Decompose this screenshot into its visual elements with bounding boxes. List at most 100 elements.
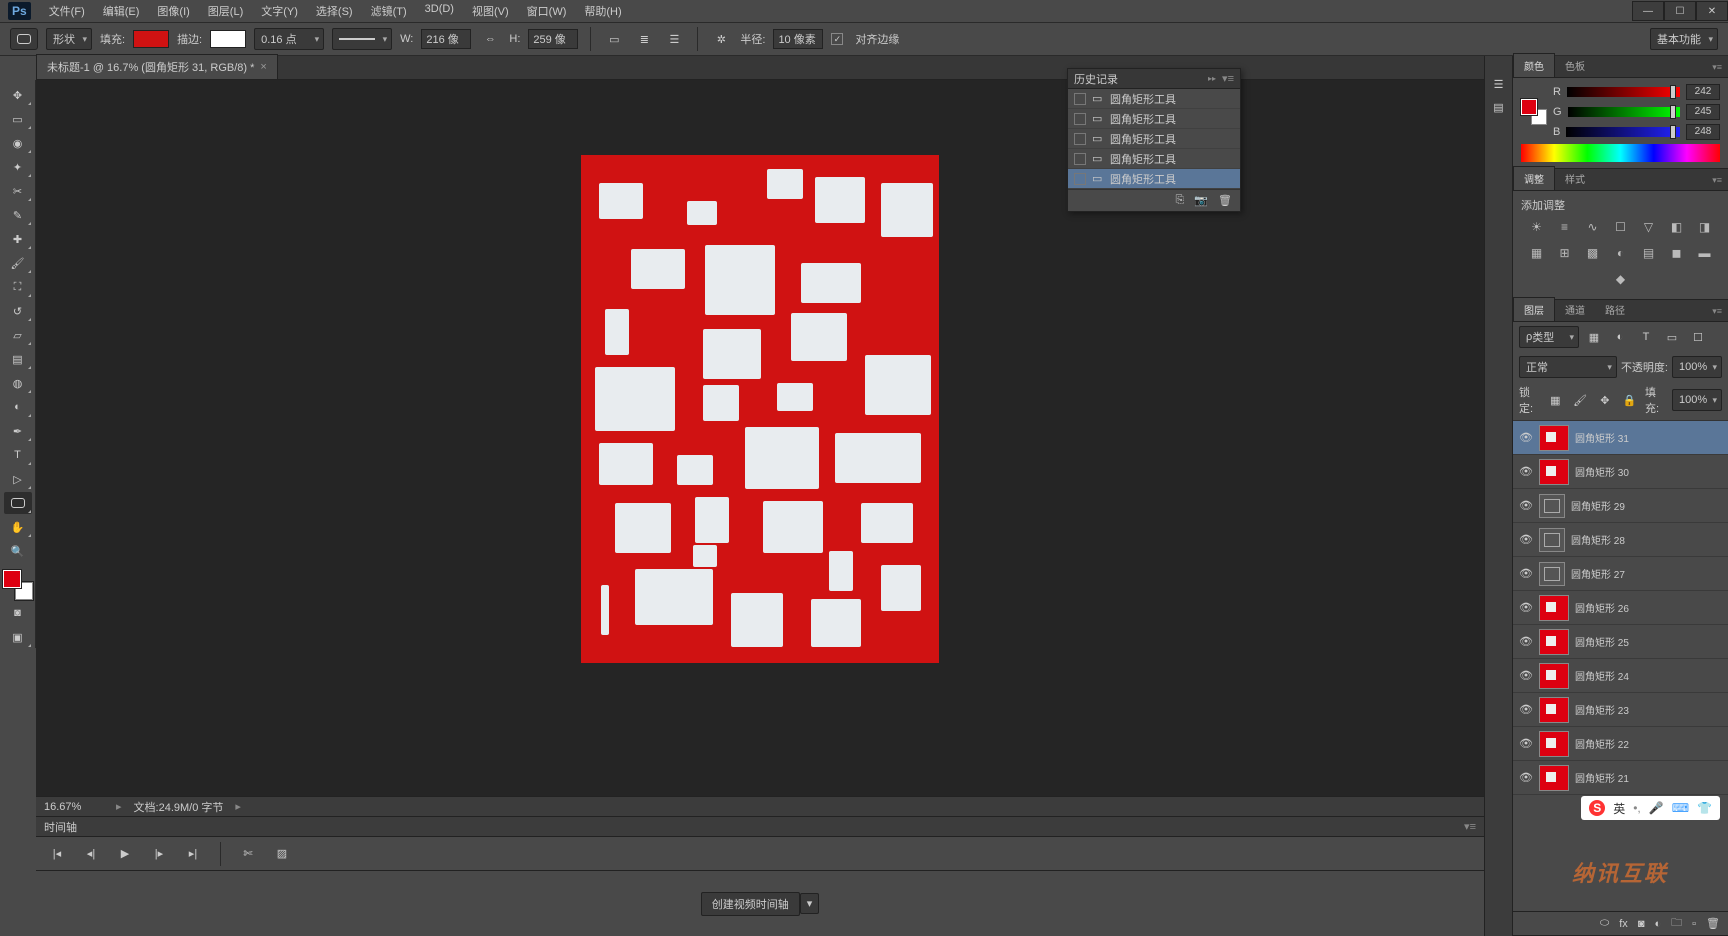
stroke-style-dropdown[interactable] — [332, 28, 392, 50]
lock-position-icon[interactable]: ✥ — [1596, 389, 1615, 411]
layer-row[interactable]: 👁圆角矩形 27 — [1513, 557, 1728, 591]
channel-mixer-icon[interactable]: ⊞ — [1556, 245, 1574, 261]
filter-smart-icon[interactable]: ☐ — [1687, 326, 1709, 348]
tab-swatches[interactable]: 色板 — [1555, 54, 1595, 77]
path-select-tool[interactable]: ▷ — [4, 468, 32, 490]
color-swatches[interactable] — [3, 570, 33, 600]
r-value[interactable]: 242 — [1686, 84, 1720, 100]
height-field[interactable]: 259 像 — [528, 29, 578, 49]
workspace-switcher[interactable]: 基本功能 — [1650, 28, 1718, 50]
ime-lang[interactable]: 英 — [1613, 800, 1625, 817]
prev-frame-icon[interactable]: ◂| — [80, 843, 102, 865]
visibility-icon[interactable]: 👁 — [1519, 703, 1533, 716]
lock-pixels-icon[interactable]: 🖌 — [1571, 389, 1590, 411]
layer-row[interactable]: 👁圆角矩形 29 — [1513, 489, 1728, 523]
ime-keyboard-icon[interactable]: ⌨ — [1672, 801, 1689, 815]
stroke-width-field[interactable]: 0.16 点 — [254, 28, 324, 50]
menu-layer[interactable]: 图层(L) — [200, 0, 251, 23]
zoom-tool[interactable]: 🔍 — [4, 540, 32, 562]
history-item[interactable]: ▭圆角矩形工具 — [1068, 169, 1240, 189]
new-fill-layer-icon[interactable]: ◐ — [1654, 918, 1661, 930]
blend-mode-dropdown[interactable]: 正常 — [1519, 356, 1617, 378]
tab-styles[interactable]: 样式 — [1555, 167, 1595, 190]
menu-view[interactable]: 视图(V) — [464, 0, 517, 23]
menu-window[interactable]: 窗口(W) — [519, 0, 575, 23]
menu-help[interactable]: 帮助(H) — [576, 0, 629, 23]
align-edges-checkbox[interactable]: ✓ — [831, 33, 843, 45]
menu-filter[interactable]: 滤镜(T) — [363, 0, 415, 23]
tab-layers[interactable]: 图层 — [1513, 297, 1555, 321]
selective-color-icon[interactable]: ◆ — [1612, 271, 1630, 287]
scissors-icon[interactable]: ✄ — [237, 843, 259, 865]
visibility-icon[interactable]: 👁 — [1519, 601, 1533, 614]
properties-strip-icon[interactable]: ▤ — [1493, 101, 1503, 114]
tab-channels[interactable]: 通道 — [1555, 298, 1595, 321]
link-layers-icon[interactable]: ⬭ — [1600, 917, 1609, 930]
layer-row[interactable]: 👁圆角矩形 30 — [1513, 455, 1728, 489]
b-slider[interactable] — [1566, 127, 1680, 137]
layer-row[interactable]: 👁圆角矩形 22 — [1513, 727, 1728, 761]
menu-3d[interactable]: 3D(D) — [417, 0, 462, 23]
visibility-icon[interactable]: 👁 — [1519, 431, 1533, 444]
visibility-icon[interactable]: 👁 — [1519, 669, 1533, 682]
lasso-tool[interactable]: ◉ — [4, 132, 32, 154]
history-item[interactable]: ▭圆角矩形工具 — [1068, 129, 1240, 149]
visibility-icon[interactable]: 👁 — [1519, 465, 1533, 478]
timeline-mode-dropdown[interactable]: ▾ — [800, 893, 820, 914]
r-slider[interactable] — [1567, 87, 1680, 97]
threshold-icon[interactable]: ◼ — [1668, 245, 1686, 261]
type-tool[interactable]: T — [4, 444, 32, 466]
goto-last-icon[interactable]: ▸| — [182, 843, 204, 865]
visibility-icon[interactable]: 👁 — [1519, 771, 1533, 784]
close-tab-icon[interactable]: × — [260, 61, 266, 73]
shape-mode-dropdown[interactable]: 形状 — [46, 28, 92, 50]
color-fgbg[interactable] — [1521, 99, 1547, 125]
opacity-field[interactable]: 100% — [1672, 356, 1722, 378]
filter-type-icon[interactable]: T — [1635, 326, 1657, 348]
history-brush-tool[interactable]: ↺ — [4, 300, 32, 322]
clone-stamp-tool[interactable]: ⛶ — [4, 276, 32, 298]
width-field[interactable]: 216 像 — [421, 29, 471, 49]
move-tool[interactable]: ✥ — [4, 84, 32, 106]
fill-swatch[interactable] — [133, 30, 169, 48]
arrange-icon[interactable]: ☰ — [663, 28, 685, 50]
dodge-tool[interactable]: ◐ — [4, 396, 32, 418]
invert-icon[interactable]: ◐ — [1612, 245, 1630, 261]
layer-mask-icon[interactable]: ◙ — [1638, 918, 1645, 930]
new-group-icon[interactable]: 🗀 — [1671, 914, 1682, 933]
ime-voice-icon[interactable]: 🎤 — [1649, 801, 1664, 815]
layer-row[interactable]: 👁圆角矩形 28 — [1513, 523, 1728, 557]
canvas-viewport[interactable] — [36, 80, 1484, 796]
menu-select[interactable]: 选择(S) — [308, 0, 361, 23]
visibility-icon[interactable]: 👁 — [1519, 567, 1533, 580]
visibility-icon[interactable]: 👁 — [1519, 737, 1533, 750]
menu-edit[interactable]: 编辑(E) — [95, 0, 148, 23]
filter-shape-icon[interactable]: ▭ — [1661, 326, 1683, 348]
ime-punct-icon[interactable]: •, — [1633, 801, 1641, 815]
layer-style-icon[interactable]: fx — [1619, 918, 1628, 930]
magic-wand-tool[interactable]: ✦ — [4, 156, 32, 178]
collapse-icon[interactable]: ▸▸ — [1208, 74, 1216, 83]
play-icon[interactable]: ▶ — [114, 843, 136, 865]
radius-field[interactable]: 10 像素 — [773, 29, 823, 49]
tab-adjustments[interactable]: 调整 — [1513, 166, 1555, 190]
layer-list[interactable]: 👁圆角矩形 31👁圆角矩形 30👁圆角矩形 29👁圆角矩形 28👁圆角矩形 27… — [1513, 421, 1728, 911]
brush-tool[interactable]: 🖌 — [4, 252, 32, 274]
stroke-swatch[interactable] — [210, 30, 246, 48]
levels-icon[interactable]: ≡ — [1556, 219, 1574, 235]
window-minimize-button[interactable]: — — [1632, 1, 1664, 21]
healing-brush-tool[interactable]: ✚ — [4, 228, 32, 250]
eyedropper-tool[interactable]: ✎ — [4, 204, 32, 226]
gear-icon[interactable]: ✲ — [710, 28, 732, 50]
eraser-tool[interactable]: ▱ — [4, 324, 32, 346]
snapshot-icon[interactable]: 📷 — [1194, 194, 1208, 207]
visibility-icon[interactable]: 👁 — [1519, 533, 1533, 546]
lock-transparent-icon[interactable]: ▦ — [1546, 389, 1565, 411]
posterize-icon[interactable]: ▤ — [1640, 245, 1658, 261]
tool-preset-picker[interactable] — [10, 28, 38, 50]
tab-paths[interactable]: 路径 — [1595, 298, 1635, 321]
path-ops-icon[interactable]: ▭ — [603, 28, 625, 50]
bw-icon[interactable]: ◨ — [1696, 219, 1714, 235]
goto-first-icon[interactable]: |◂ — [46, 843, 68, 865]
quickmask-toggle[interactable]: ◙ — [4, 602, 32, 624]
